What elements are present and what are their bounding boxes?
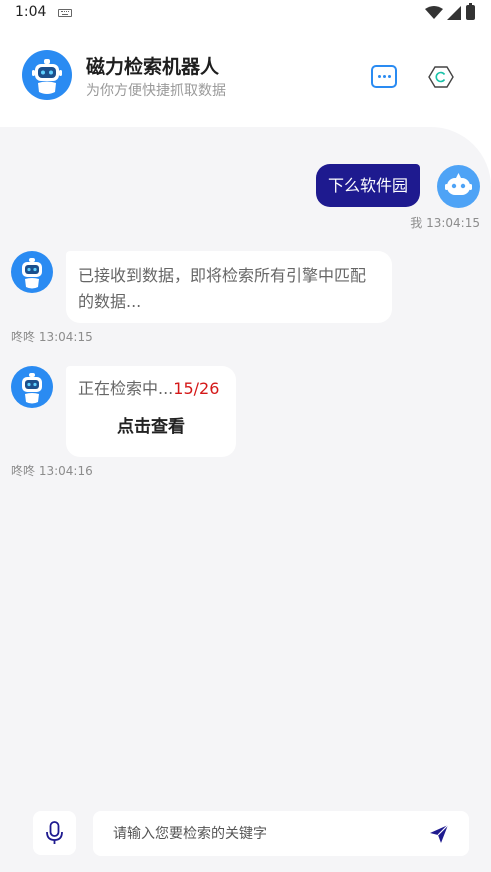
chat-area [0, 127, 491, 872]
voice-input-button[interactable] [33, 811, 76, 855]
progress-status-text: 正在检索中... [78, 379, 174, 398]
bot-progress-bubble: 正在检索中...15/26 点击查看 [66, 366, 236, 457]
bot-message-text: 已接收到数据，即将检索所有引擎中匹配的数据... [78, 266, 367, 311]
message-timestamp: 咚咚 13:04:15 [11, 330, 93, 344]
hexagon-refresh-icon[interactable] [428, 64, 454, 90]
page-title: 磁力检索机器人 [86, 56, 220, 78]
progress-count: 15/26 [173, 379, 220, 398]
message-timestamp: 咚咚 13:04:16 [11, 464, 93, 478]
microphone-icon [46, 821, 63, 844]
battery-icon [466, 3, 475, 20]
header: 磁力检索机器人 为你方便快捷抓取数据 [0, 28, 491, 128]
wifi-icon [425, 6, 443, 19]
user-message-bubble: 下么软件园 [316, 164, 421, 207]
view-results-button[interactable]: 点击查看 [78, 414, 224, 440]
user-avatar-icon [437, 165, 480, 208]
signal-icon [447, 6, 461, 20]
bot-avatar-icon [11, 251, 53, 293]
status-bar: 1:04 [0, 0, 491, 28]
robot-avatar-icon [22, 50, 72, 100]
page-subtitle: 为你方便快捷抓取数据 [86, 83, 226, 99]
status-time: 1:04 [15, 4, 47, 20]
chat-bubble-icon[interactable] [371, 65, 397, 88]
keyboard-icon [58, 9, 72, 17]
bot-avatar-icon [11, 366, 53, 408]
search-input-container [93, 811, 469, 856]
message-timestamp: 我 13:04:15 [410, 216, 480, 230]
search-input[interactable] [113, 811, 413, 856]
bot-message-bubble: 已接收到数据，即将检索所有引擎中匹配的数据... [66, 251, 392, 323]
send-icon[interactable] [429, 824, 449, 844]
